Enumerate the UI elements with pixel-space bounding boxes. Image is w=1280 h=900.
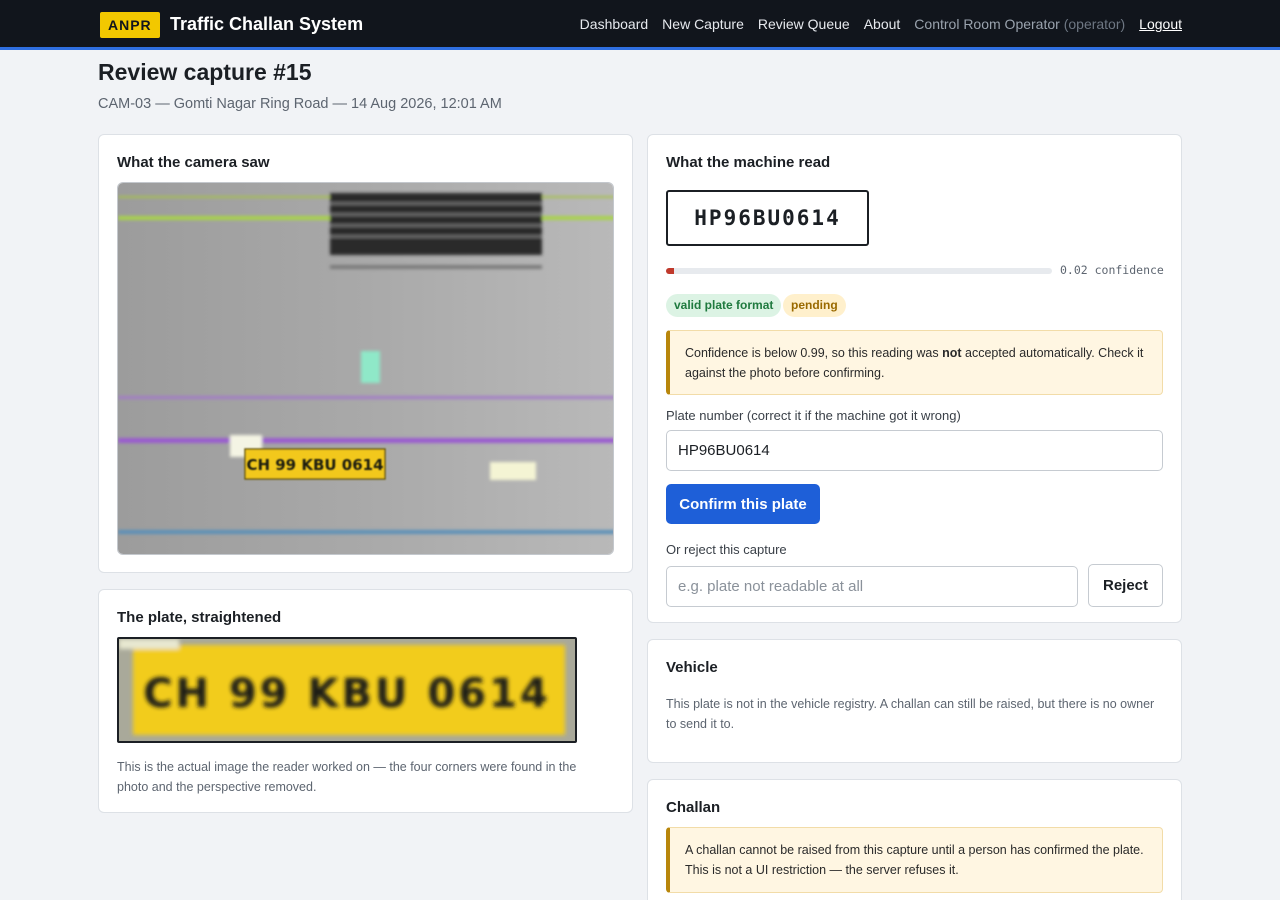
plate-number-input[interactable] [666,430,1163,471]
nav-about[interactable]: About [864,16,901,32]
camera-plate-text: CH 99 KBU 0614 [246,456,383,474]
vehicle-card: Vehicle This plate is not in the vehicle… [647,639,1182,763]
plate-input-label: Plate number (correct it if the machine … [666,408,961,423]
confirm-plate-button[interactable]: Confirm this plate [666,484,820,524]
nav-new-capture[interactable]: New Capture [662,16,744,32]
warning-text-bold: not [942,346,962,360]
machine-card-title: What the machine read [666,154,831,171]
current-user: Control Room Operator (operator) [914,16,1125,32]
machine-plate-read: HP96BU0614 [666,190,869,246]
challan-warning: A challan cannot be raised from this cap… [666,827,1163,893]
page-title: Review capture #15 [98,59,312,85]
reject-reason-input[interactable] [666,566,1078,607]
challan-card-title: Challan [666,799,721,816]
nav-review-queue[interactable]: Review Queue [758,16,850,32]
top-navbar: ANPR Traffic Challan System Dashboard Ne… [0,0,1280,50]
camera-card: What the camera saw CH 99 KBU 0614 [98,134,633,573]
user-role: (operator) [1063,16,1126,32]
low-confidence-warning: Confidence is below 0.99, so this readin… [666,330,1163,395]
confidence-label: 0.02 confidence [1060,263,1164,277]
plate-card: The plate, straightened CH 99 KBU 0614 T… [98,589,633,813]
confidence-bar [666,268,1052,274]
logout-link[interactable]: Logout [1139,16,1182,32]
challan-card: Challan A challan cannot be raised from … [647,779,1182,900]
camera-photo: CH 99 KBU 0614 [117,182,614,555]
confidence-bar-fill [666,268,674,274]
straightened-plate-image: CH 99 KBU 0614 [117,637,577,743]
reject-button[interactable]: Reject [1088,564,1163,607]
status-badge: pending [783,294,846,317]
brand-name[interactable]: Traffic Challan System [170,14,363,35]
camera-card-title: What the camera saw [117,154,270,171]
plate-crop-text: CH 99 KBU 0614 [143,671,551,717]
valid-format-badge: valid plate format [666,294,782,317]
page-subtitle: CAM-03 — Gomti Nagar Ring Road — 14 Aug … [98,96,502,112]
main-nav: Dashboard New Capture Review Queue About… [580,16,1182,32]
vehicle-registry-note: This plate is not in the vehicle registr… [666,697,1155,731]
plate-caption: This is the actual image the reader work… [117,760,577,794]
warning-text-pre: Confidence is below 0.99, so this readin… [685,346,943,360]
brand-logo-badge[interactable]: ANPR [100,12,160,38]
reject-label: Or reject this capture [666,542,787,557]
plate-card-title: The plate, straightened [117,609,282,626]
nav-dashboard[interactable]: Dashboard [580,16,649,32]
machine-read-card: What the machine read HP96BU0614 0.02 co… [647,134,1182,623]
user-name: Control Room Operator [914,16,1060,32]
vehicle-card-title: Vehicle [666,659,718,676]
